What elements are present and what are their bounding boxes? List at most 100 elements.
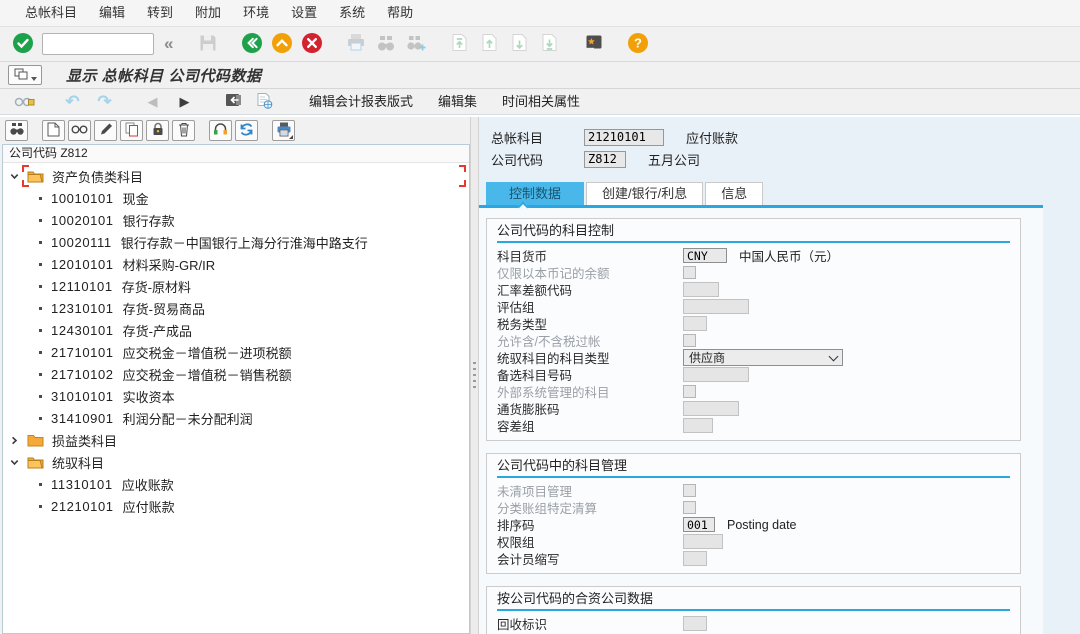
detail-panel: 总帐科目 21210101 应付账款 公司代码 Z812 五月公司 控制数据创建… [479, 117, 1080, 634]
edit-set-button[interactable]: 编辑集 [429, 91, 486, 113]
inflation-key-field[interactable] [683, 401, 739, 416]
display-change-button[interactable] [12, 89, 37, 114]
tree-print-button[interactable] [272, 120, 295, 141]
print-button[interactable] [343, 32, 368, 57]
exchange-rate-difference-key-field[interactable] [683, 282, 719, 297]
previous-item-button[interactable]: ◀ [140, 89, 165, 114]
tree-delete-button[interactable] [172, 120, 195, 141]
tree-refresh-button[interactable] [235, 120, 258, 141]
authorization-group-field[interactable] [683, 534, 723, 549]
external-system-account-checkbox[interactable] [683, 385, 696, 398]
menu-item-settings[interactable]: 设置 [280, 0, 328, 26]
tree-account-row[interactable]: 11310101应收账款 [3, 473, 469, 495]
find-next-button[interactable] [403, 32, 428, 57]
menu-item-system[interactable]: 系统 [328, 0, 376, 26]
recon-account-type-select[interactable]: 供应商 [683, 349, 843, 366]
chevron-down-icon[interactable] [9, 171, 22, 182]
tree-account-row[interactable]: 12010101材料采购-GR/IR [3, 253, 469, 275]
gl-account-field[interactable]: 21210101 [584, 129, 664, 146]
company-code-field[interactable]: Z812 [584, 151, 626, 168]
tab-information[interactable]: 信息 [705, 182, 763, 205]
layout-button[interactable] [220, 89, 245, 114]
tree-account-row[interactable]: 12110101存货-原材料 [3, 275, 469, 297]
new-session-button[interactable] [581, 32, 606, 57]
find-button[interactable] [373, 32, 398, 57]
redo-button[interactable]: ↷ [92, 89, 117, 114]
posting-without-tax-allowed-checkbox[interactable] [683, 334, 696, 347]
form-row: 权限组 [497, 533, 1010, 550]
tab-control-data[interactable]: 控制数据 [486, 182, 584, 205]
ledger-group-specific-clearing-checkbox[interactable] [683, 501, 696, 514]
edit-financial-statement-button[interactable]: 编辑会计报表版式 [300, 91, 422, 113]
menu-item-gl-account[interactable]: 总帐科目 [14, 0, 88, 26]
tree-folder-row[interactable]: 资产负债类科目 [3, 165, 469, 187]
tree-account-row[interactable]: 31010101实收资本 [3, 385, 469, 407]
exit-icon [271, 32, 293, 57]
help-icon: ? [627, 32, 649, 57]
valuation-group-field[interactable] [683, 299, 749, 314]
print-dropdown-corner[interactable] [289, 135, 293, 139]
tolerance-group-field[interactable] [683, 418, 713, 433]
enter-button[interactable] [10, 32, 35, 57]
chevron-right-icon[interactable] [9, 435, 22, 446]
collapse-toolbar-button[interactable]: « [161, 33, 176, 55]
tree-change-button[interactable] [94, 120, 117, 141]
tree-folder-row[interactable]: 统驭科目 [3, 451, 469, 473]
recovery-indicator-field[interactable] [683, 616, 707, 631]
tree-account-row[interactable]: 21210101应付账款 [3, 495, 469, 517]
first-page-button[interactable] [447, 32, 472, 57]
report-structure-button[interactable] [252, 89, 277, 114]
tax-category-field[interactable] [683, 316, 707, 331]
window-menu-button[interactable] [8, 65, 42, 85]
menu-item-help[interactable]: 帮助 [376, 0, 424, 26]
tree-copy-button[interactable] [120, 120, 143, 141]
exit-button[interactable] [269, 32, 294, 57]
tree-display-button[interactable] [68, 120, 91, 141]
account-currency-field[interactable]: CNY [683, 248, 727, 263]
tree-header: 公司代码 Z812 [3, 145, 469, 163]
menu-item-edit[interactable]: 编辑 [88, 0, 136, 26]
detail-header: 总帐科目 21210101 应付账款 公司代码 Z812 五月公司 [479, 117, 1080, 170]
chevron-down-icon[interactable] [9, 457, 22, 468]
open-item-management-checkbox[interactable] [683, 484, 696, 497]
accounting-clerk-field[interactable] [683, 551, 707, 566]
tree-account-row[interactable]: 10010101现金 [3, 187, 469, 209]
tree-account-row[interactable]: 12310101存货-贸易商品 [3, 297, 469, 319]
last-page-button[interactable] [537, 32, 562, 57]
tree-folder-label: 统驭科目 [52, 453, 104, 472]
alternative-account-number-field[interactable] [683, 367, 749, 382]
tree-find-button[interactable] [5, 120, 28, 141]
save-button[interactable] [195, 32, 220, 57]
undo-button[interactable]: ↶ [60, 89, 85, 114]
company-code-label: 公司代码 [491, 150, 584, 169]
help-button[interactable]: ? [625, 32, 650, 57]
tree-block-button[interactable] [209, 120, 232, 141]
bullet-icon [39, 197, 42, 200]
command-field[interactable] [42, 33, 154, 55]
menu-item-environment[interactable]: 环境 [232, 0, 280, 26]
time-dependent-attributes-button[interactable]: 时间相关属性 [493, 91, 589, 113]
tree-account-row[interactable]: 12430101存货-产成品 [3, 319, 469, 341]
menu-item-extras[interactable]: 附加 [184, 0, 232, 26]
tree-account-row[interactable]: 21710101应交税金－增值税－进项税额 [3, 341, 469, 363]
tree-account-row[interactable]: 10020101银行存款 [3, 209, 469, 231]
next-page-button[interactable] [507, 32, 532, 57]
menu-item-goto[interactable]: 转到 [136, 0, 184, 26]
balances-local-currency-only-checkbox[interactable] [683, 266, 696, 279]
tab-create-bank-interest[interactable]: 创建/银行/利息 [586, 182, 703, 205]
tab-strip: 控制数据创建/银行/利息信息 [486, 182, 1080, 205]
previous-page-button[interactable] [477, 32, 502, 57]
cancel-button[interactable] [299, 32, 324, 57]
tree-create-button[interactable] [42, 120, 65, 141]
form-row: 税务类型 [497, 315, 1010, 332]
tree-account-row[interactable]: 31410901利润分配－未分配利润 [3, 407, 469, 429]
sort-key-field[interactable]: 001 [683, 517, 715, 532]
tree-folder-row[interactable]: 损益类科目 [3, 429, 469, 451]
tree-account-row[interactable]: 21710102应交税金－增值税－销售税额 [3, 363, 469, 385]
tree-toolbar [0, 117, 470, 144]
tree-lock-button[interactable] [146, 120, 169, 141]
tree-account-row[interactable]: 10020111银行存款－中国银行上海分行淮海中路支行 [3, 231, 469, 253]
back-button[interactable] [239, 32, 264, 57]
next-item-button[interactable]: ▶ [172, 89, 197, 114]
panel-splitter[interactable] [470, 117, 479, 634]
